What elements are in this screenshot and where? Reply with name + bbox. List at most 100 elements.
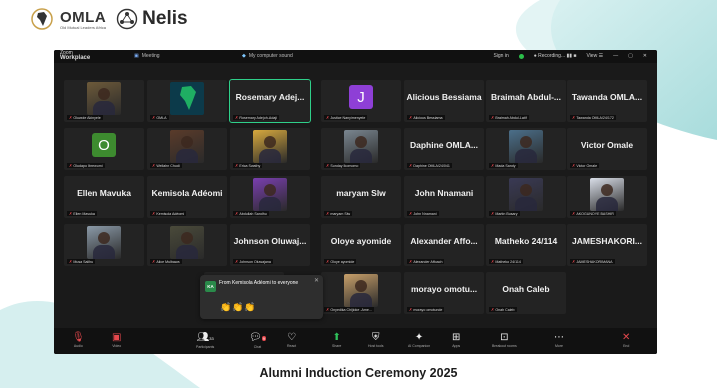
participant-video <box>253 178 287 211</box>
close-window-icon[interactable]: ✕ <box>643 53 647 59</box>
participant-tile[interactable]: Alicious Bessiama ✗ Alicious Bessiama <box>404 80 484 122</box>
participant-tile[interactable]: ✗ Alice Mulbawa <box>147 224 227 266</box>
participant-tile[interactable]: ✗ AKOGUNOYE BASHIR <box>567 176 647 218</box>
participant-name-text: Tawanda OMLA/24/172 <box>576 115 614 120</box>
close-icon[interactable]: ✕ <box>314 277 319 284</box>
audio-button[interactable]: 🎙︎ Audio <box>72 332 85 348</box>
participant-tile[interactable]: Onah Caleb ✗ Onah Caleb <box>486 272 566 314</box>
mic-off-icon: ✗ <box>409 115 413 120</box>
participant-name-text: maryam Slw <box>330 211 351 216</box>
participant-display-name: Braimah Abdul-... <box>490 92 562 102</box>
breakout-rooms-button[interactable]: ⊡ Breakout rooms <box>492 332 517 348</box>
share-button[interactable]: ⬆ Share <box>332 332 341 348</box>
participant-tile[interactable]: ✗ Erica Swathy <box>230 128 310 170</box>
participant-video <box>87 82 121 115</box>
person-body <box>350 293 372 307</box>
participant-video <box>344 130 378 163</box>
chat-icon: 💬︎9 <box>249 332 266 343</box>
view-button[interactable]: View ☰ <box>586 53 603 59</box>
host-tools-button[interactable]: ⛨ Host tools <box>368 332 384 348</box>
participant-tile[interactable]: ✗ Onyedika Chijioke -Ame... <box>321 272 401 314</box>
participant-tile[interactable]: ✗ Mada Sandy <box>486 128 566 170</box>
person-silhouette <box>98 232 110 244</box>
participant-tile[interactable]: Tawanda OMLA... ✗ Tawanda OMLA/24/172 <box>567 80 647 122</box>
participant-tile[interactable]: John Nnamani ✗ John Nnamani <box>404 176 484 218</box>
chat-message: 👏👏👏 <box>220 302 257 312</box>
participant-name-text: Braimah Abdul-Latif <box>495 115 527 120</box>
participant-name-text: morayo omotunde <box>413 307 443 312</box>
heart-icon: ♡ <box>287 332 297 343</box>
participant-name-text: Onyedika Chijioke -Ame... <box>330 307 372 312</box>
end-button[interactable]: ✕ End <box>622 332 630 348</box>
participant-video <box>253 130 287 163</box>
participant-tile[interactable]: ✗ OMLA <box>147 80 227 122</box>
apps-button[interactable]: ⊞ Apps <box>452 332 460 348</box>
participant-tile[interactable]: ✗ Abdullah Sandhu <box>230 176 310 218</box>
maximize-icon[interactable]: ▢ <box>628 53 633 59</box>
mic-off-icon: ✗ <box>491 259 495 264</box>
person-silhouette <box>264 184 276 196</box>
participant-tile[interactable]: ✗ Sunday Ikomomo <box>321 128 401 170</box>
participant-name-label: ✗ AKOGUNOYE BASHIR <box>570 211 616 216</box>
participant-display-name: Victor Omale <box>580 140 634 150</box>
participant-display-name: Alexander Affo... <box>410 236 478 246</box>
participant-display-name: Tawanda OMLA... <box>571 92 643 102</box>
participant-tile[interactable]: Kemisola Adéomi ✗ Kemisola Adéomi <box>147 176 227 218</box>
participant-tile[interactable]: ✗ Martin Busary <box>486 176 566 218</box>
chat-button[interactable]: 💬︎9 Chat <box>249 332 266 349</box>
person-silhouette <box>520 184 532 196</box>
video-off-icon: ▣ <box>112 332 122 343</box>
person-body <box>93 101 115 115</box>
participant-display-name: Rosemary Adej... <box>235 92 305 102</box>
more-button[interactable]: ⋯ More <box>554 332 564 348</box>
participant-name-label: ✗ Oluwole Akinyele <box>67 115 103 120</box>
participant-name-label: ✗ John Nnamani <box>407 211 439 216</box>
participants-button[interactable]: 👥︎33 Participants <box>196 332 214 349</box>
participant-tile[interactable]: Victor Omale ✗ Victor Omale <box>567 128 647 170</box>
participant-tile[interactable]: Alexander Affo... ✗ Alexander Affoach <box>404 224 484 266</box>
participant-tile[interactable]: O ✗ Oludapo Ibrewumi <box>64 128 144 170</box>
tab-computer-sound[interactable]: ◆ My computer sound <box>242 53 293 59</box>
mic-off-icon: ✗ <box>491 115 495 120</box>
participant-tile[interactable]: ✗ Musa Salihu <box>64 224 144 266</box>
mic-off-icon: ✗ <box>491 211 495 216</box>
participant-tile[interactable]: Johnson Oluwaj... ✗ Johnson Oluwajana <box>230 224 310 266</box>
tab-meeting[interactable]: ▣ Meeting <box>134 53 160 59</box>
react-button[interactable]: ♡ React <box>287 332 296 348</box>
header-logos: OMLA Old Mutual Leaders Africa Nelis <box>30 8 188 30</box>
mic-off-icon: ✗ <box>152 115 156 120</box>
video-button[interactable]: ▣ Video <box>112 332 121 348</box>
participant-name-text: Sunday Ikomomo <box>330 163 359 168</box>
participant-tile[interactable]: JAMESHAKORI... ✗ JAMESHAKORIMANA <box>567 224 647 266</box>
participant-name-text: Abdullah Sandhu <box>239 211 267 216</box>
participant-name-label: ✗ Oloye ayomide <box>324 259 357 264</box>
participant-display-name: Oloye ayomide <box>330 236 392 246</box>
person-body <box>176 149 198 163</box>
participant-tile[interactable]: Ellen Mavuka ✗ Ellen Mavuka <box>64 176 144 218</box>
end-call-icon: ✕ <box>622 332 631 343</box>
participant-tile[interactable]: Daphine OMLA... ✗ Daphine OMLA/24/041 <box>404 128 484 170</box>
participant-tile[interactable]: Braimah Abdul-... ✗ Braimah Abdul-Latif <box>486 80 566 122</box>
participant-tile[interactable]: Oloye ayomide ✗ Oloye ayomide <box>321 224 401 266</box>
participant-tile[interactable]: J ✗ Justice Nanyimenyele <box>321 80 401 122</box>
person-silhouette <box>181 136 193 148</box>
person-silhouette <box>520 136 532 148</box>
apps-label: Apps <box>452 344 461 348</box>
participant-tile[interactable]: Rosemary Adej... ✗ Rosemary Adejoh-Adaji <box>229 79 311 123</box>
chat-notification[interactable]: KA From Kemisola Adéomi to everyone ✕ 👏👏… <box>200 275 323 319</box>
signin-link[interactable]: Sign in <box>493 53 508 59</box>
participant-video <box>509 130 543 163</box>
person-body <box>596 197 618 211</box>
participant-name-text: John Nnamani <box>413 211 437 216</box>
participant-name-text: OMLA <box>156 115 167 120</box>
participant-tile[interactable]: Matheko 24/114 ✗ Matheko 24/114 <box>486 224 566 266</box>
participant-video <box>170 226 204 259</box>
participant-tile[interactable]: ✗ Oluwole Akinyele <box>64 80 144 122</box>
minimize-icon[interactable]: — <box>613 53 618 59</box>
participant-name-label: ✗ Martin Busary <box>489 211 520 216</box>
participant-tile[interactable]: ✗ Wellahn Chudi <box>147 128 227 170</box>
participant-tile[interactable]: maryam Slw ✗ maryam Slw <box>321 176 401 218</box>
participant-name-label: ✗ Sunday Ikomomo <box>324 163 361 168</box>
ai-companion-button[interactable]: ✦ AI Companion <box>408 332 430 348</box>
participant-tile[interactable]: morayo omotu... ✗ morayo omotunde <box>404 272 484 314</box>
